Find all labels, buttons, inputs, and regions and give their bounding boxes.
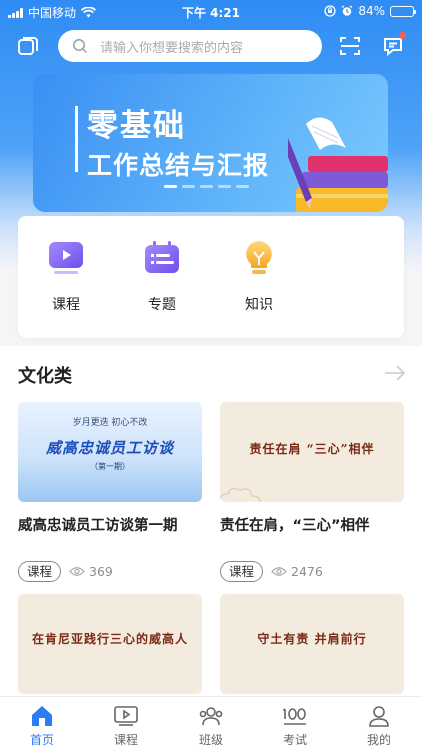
unread-dot — [399, 32, 406, 39]
course-card[interactable]: 岁月更迭 初心不改 威高忠诚员工访谈 （第一期） 威高忠诚员工访谈第一期 课程 … — [18, 402, 202, 582]
status-bar: 中国移动 下午 4:21 84% — [0, 0, 422, 22]
quick-nav-label: 专题 — [148, 297, 176, 313]
profile-icon — [369, 706, 389, 727]
carousel-dot[interactable] — [164, 185, 177, 188]
course-type-tag: 课程 — [18, 561, 62, 582]
course-thumbnail: 岁月更迭 初心不改 威高忠诚员工访谈 （第一期） — [18, 402, 202, 502]
course-card[interactable]: 责任在肩 “三心”相伴 责任在肩，“三心”相伴 课程 2476 — [220, 402, 404, 582]
topic-list-icon — [142, 238, 182, 278]
eye-icon — [69, 567, 85, 576]
play-video-icon — [46, 238, 86, 278]
class-group-icon — [199, 707, 223, 726]
course-type-tag: 课程 — [220, 561, 264, 582]
tab-class[interactable]: 班级 — [176, 703, 246, 748]
scan-button[interactable] — [334, 30, 366, 62]
quick-nav-label: 知识 — [245, 297, 273, 313]
course-card[interactable]: 在肯尼亚践行三心的威高人 — [18, 594, 202, 694]
home-icon — [32, 706, 52, 726]
quick-nav-knowledge[interactable]: 知识 — [224, 238, 294, 314]
bottom-tab-bar: 首页 课程 班级 考试 我的 — [0, 696, 422, 750]
tab-profile[interactable]: 我的 — [344, 703, 414, 748]
alarm-icon — [341, 5, 353, 16]
scan-icon — [340, 37, 360, 55]
thumb-sub-text: （第一期） — [90, 462, 130, 471]
quick-nav-card: 课程 专题 知识 — [18, 216, 404, 338]
battery-percent: 84% — [358, 4, 385, 18]
tab-label: 考试 — [282, 733, 307, 747]
quick-nav-label: 课程 — [52, 297, 80, 313]
course-card[interactable]: 守土有责 并肩前行 — [220, 594, 404, 694]
tab-label: 首页 — [29, 733, 54, 747]
tab-label: 班级 — [198, 733, 223, 747]
view-count: 2476 — [291, 564, 323, 579]
banner-title: 零基础 — [87, 108, 186, 144]
battery-icon — [390, 5, 416, 17]
lightbulb-icon — [239, 238, 279, 278]
banner-subtitle: 工作总结与汇报 — [87, 151, 270, 180]
top-bar: 请输入你想要搜索的内容 — [0, 28, 422, 64]
tab-home[interactable]: 首页 — [7, 703, 77, 748]
eye-icon — [271, 567, 287, 576]
course-thumbnail: 守土有责 并肩前行 — [220, 594, 404, 694]
thumb-main-text: 威高忠诚员工访谈 — [45, 439, 174, 457]
tab-exam[interactable]: 考试 — [260, 703, 330, 748]
view-count: 369 — [89, 564, 113, 579]
course-title: 威高忠诚员工访谈第一期 — [18, 518, 178, 534]
search-placeholder: 请输入你想要搜索的内容 — [100, 40, 244, 56]
switch-org-button[interactable] — [12, 30, 44, 62]
tab-courses[interactable]: 课程 — [91, 703, 161, 748]
search-input[interactable]: 请输入你想要搜索的内容 — [58, 30, 322, 62]
overlap-squares-icon — [18, 37, 38, 55]
carousel-dot[interactable] — [182, 185, 195, 188]
carousel-dot[interactable] — [218, 185, 231, 188]
banner-accent-bar — [75, 106, 78, 172]
carousel-dot[interactable] — [200, 185, 213, 188]
thumb-main-text: 在肯尼亚践行三心的威高人 — [31, 632, 188, 646]
thumb-top-line: 岁月更迭 初心不改 — [72, 418, 148, 428]
course-thumbnail: 在肯尼亚践行三心的威高人 — [18, 594, 202, 694]
tab-label: 课程 — [113, 733, 138, 747]
search-icon — [73, 39, 88, 54]
culture-section: 文化类 岁月更迭 初心不改 威高忠诚员工访谈 （第一期） 威高忠诚员工访谈第一期… — [0, 346, 422, 696]
section-title: 文化类 — [18, 366, 72, 387]
books-illustration — [288, 117, 388, 212]
cloud-pattern-icon — [220, 487, 262, 502]
thumb-main-text: 守土有责 并肩前行 — [257, 632, 367, 646]
messages-button[interactable] — [377, 30, 409, 62]
exam-100-icon — [282, 708, 306, 725]
course-thumbnail: 责任在肩 “三心”相伴 — [220, 402, 404, 502]
tab-label: 我的 — [366, 733, 391, 747]
carousel-indicators — [164, 185, 249, 188]
video-course-icon — [114, 706, 138, 726]
carousel-dot[interactable] — [236, 185, 249, 188]
thumb-main-text: 责任在肩 “三心”相伴 — [249, 442, 375, 456]
quick-nav-courses[interactable]: 课程 — [31, 238, 101, 314]
promo-banner[interactable]: 零基础 工作总结与汇报 — [33, 74, 388, 212]
arrow-right-icon[interactable] — [384, 364, 406, 382]
quick-nav-topics[interactable]: 专题 — [127, 238, 197, 314]
rotation-lock-icon — [324, 5, 336, 17]
course-title: 责任在肩，“三心”相伴 — [220, 518, 370, 534]
